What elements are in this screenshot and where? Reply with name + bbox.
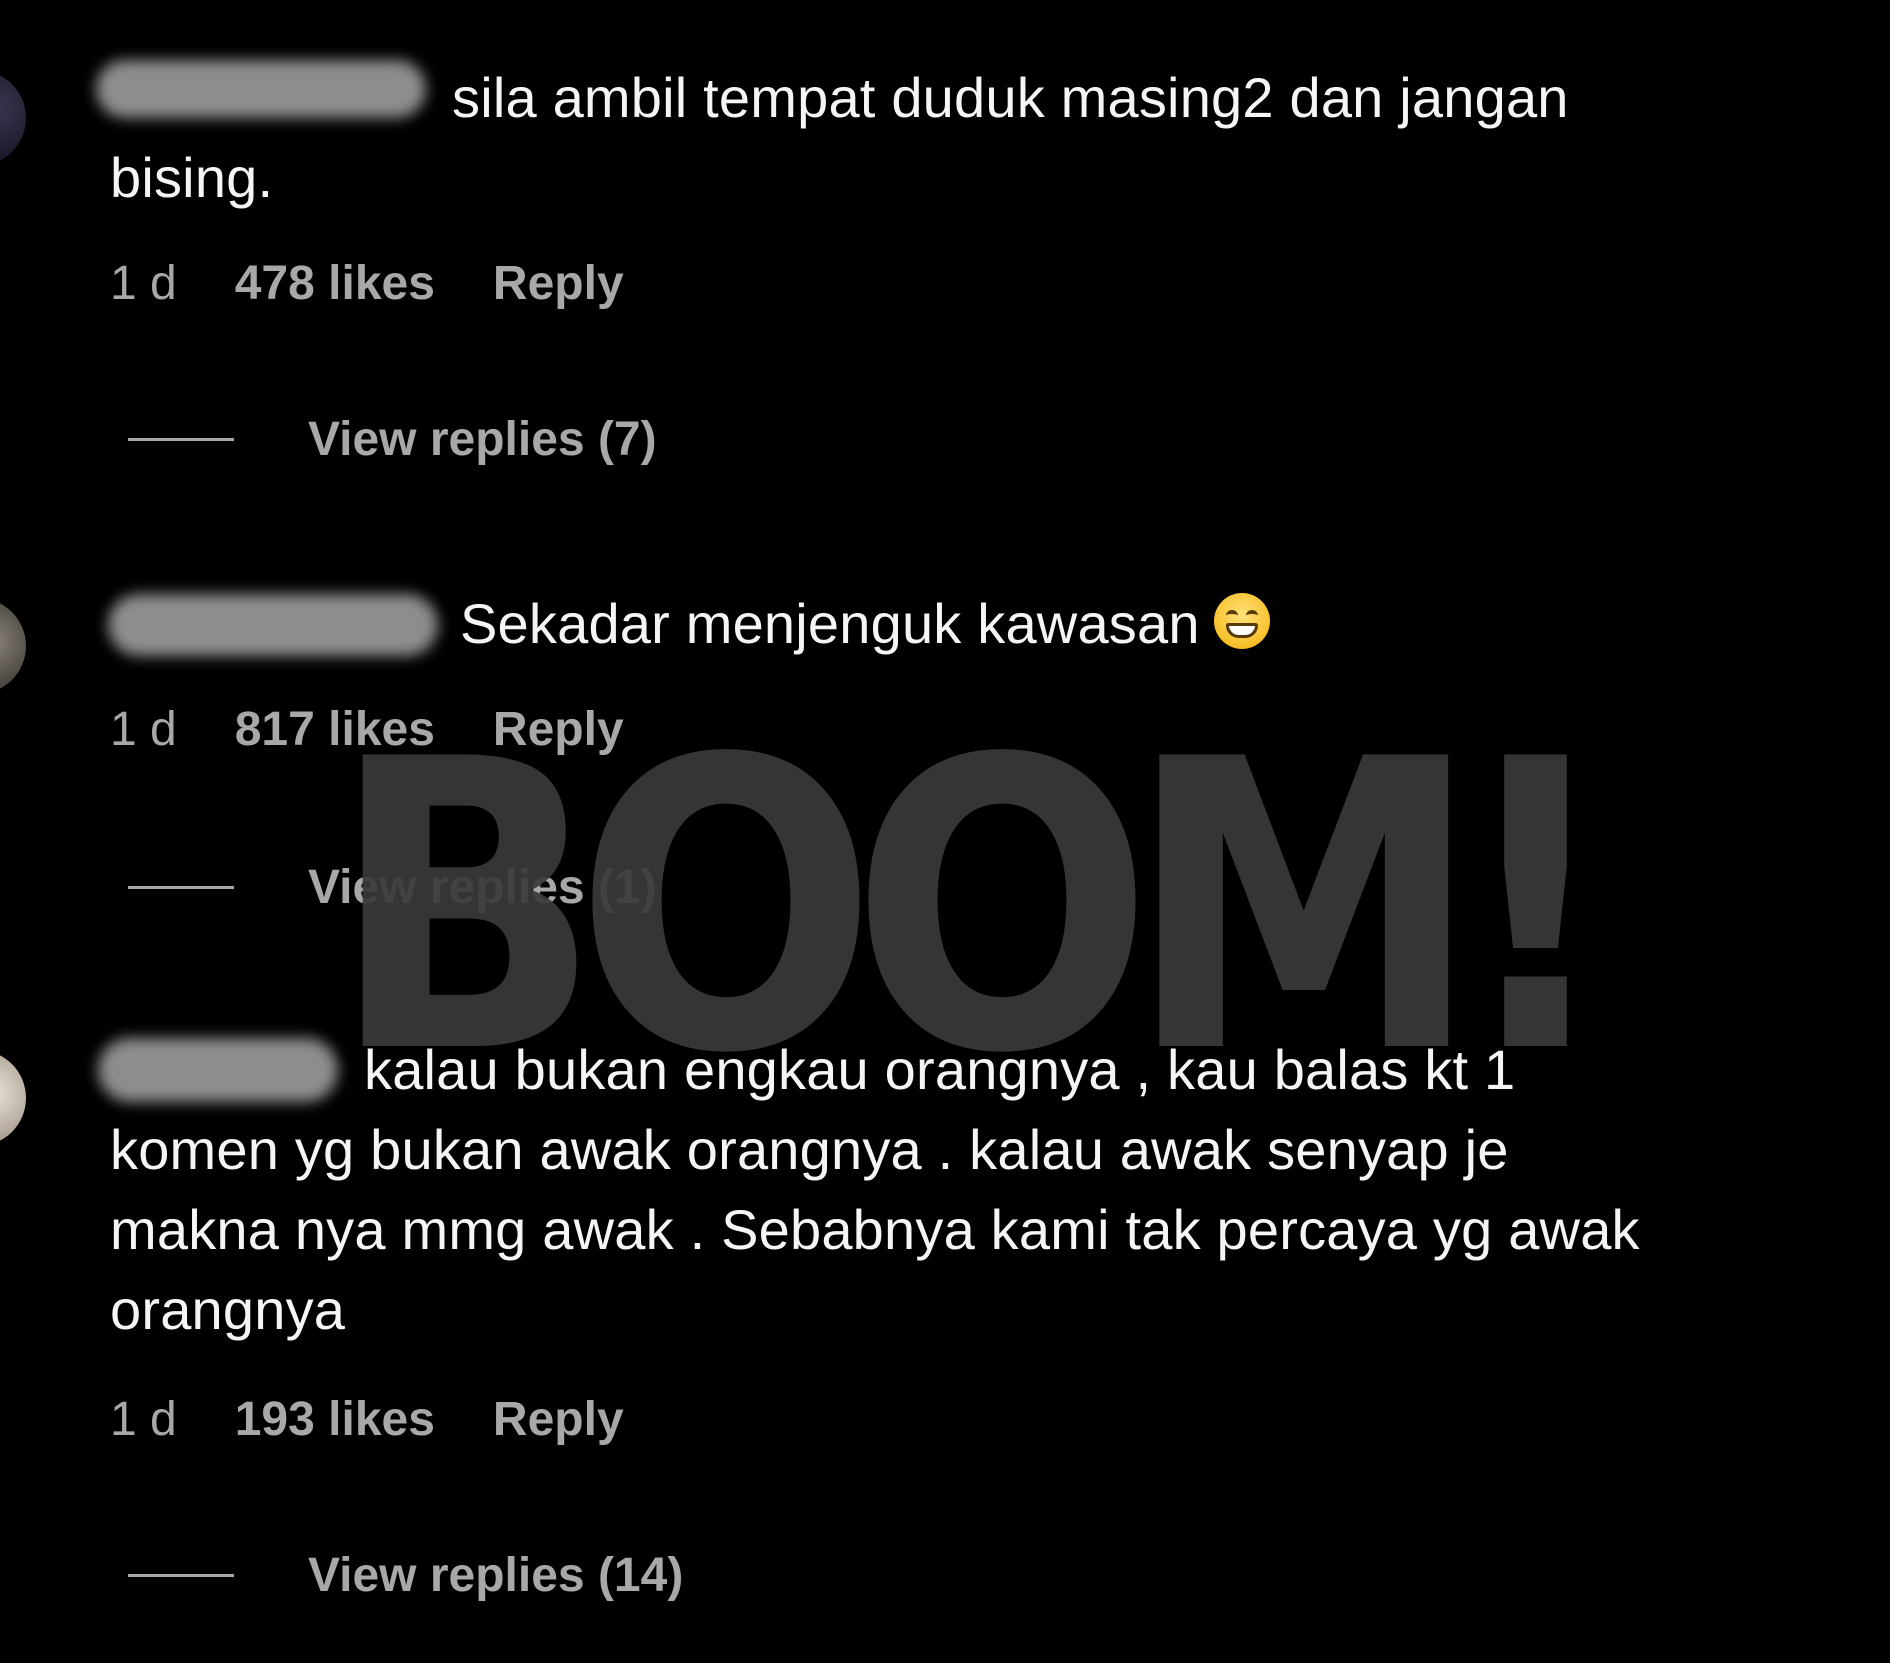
view-replies-button[interactable]: View replies (7) (128, 412, 657, 467)
comment-line: sila ambil tempat duduk masing2 dan jang… (452, 66, 1569, 129)
avatar[interactable] (0, 70, 26, 166)
comment-line: makna nya mmg awak . Sebabnya kami tak p… (110, 1198, 1640, 1261)
comments-screen: sila ambil tempat duduk masing2 dan jang… (0, 0, 1890, 1663)
view-replies-button[interactable]: View replies (1) (128, 860, 657, 915)
view-replies-label: View replies (1) (308, 861, 657, 914)
comment-meta: 1 d 193 likes Reply (110, 1392, 624, 1447)
comment-line-text: Sekadar menjenguk kawasan (460, 592, 1200, 655)
comment-line: Sekadar menjenguk kawasan (110, 584, 1270, 664)
comment-likes[interactable]: 817 likes (235, 702, 435, 757)
comment-meta: 1 d 817 likes Reply (110, 702, 624, 757)
comment-body: Sekadar menjenguk kawasan (110, 584, 1270, 664)
view-replies-label: View replies (7) (308, 413, 657, 466)
comment-line: bising. (110, 146, 274, 209)
comment-line: orangnya (110, 1278, 346, 1341)
divider-dash (128, 1574, 234, 1577)
view-replies-button[interactable]: View replies (14) (128, 1548, 683, 1603)
comment-likes[interactable]: 193 likes (235, 1392, 435, 1447)
reply-button[interactable]: Reply (493, 702, 624, 757)
comment-meta: 1 d 478 likes Reply (110, 256, 624, 311)
reply-button[interactable]: Reply (493, 1392, 624, 1447)
comment-body: sila ambil tempat duduk masing2 dan jang… (110, 58, 1569, 218)
comment-time: 1 d (110, 257, 177, 310)
comment-likes[interactable]: 478 likes (235, 256, 435, 311)
comment-line: komen yg bukan awak orangnya . kalau awa… (110, 1118, 1509, 1181)
reply-button[interactable]: Reply (493, 256, 624, 311)
comment-time: 1 d (110, 703, 177, 756)
comment-line: kalau bukan engkau orangnya , kau balas … (364, 1038, 1516, 1101)
comment-body: kalau bukan engkau orangnya , kau balas … (110, 1030, 1640, 1350)
avatar[interactable] (0, 598, 26, 694)
view-replies-label: View replies (14) (308, 1549, 684, 1602)
divider-dash (128, 438, 234, 441)
grinning-face-icon (1213, 593, 1270, 649)
divider-dash (128, 886, 234, 889)
avatar[interactable] (0, 1050, 26, 1146)
comment-time: 1 d (110, 1393, 177, 1446)
